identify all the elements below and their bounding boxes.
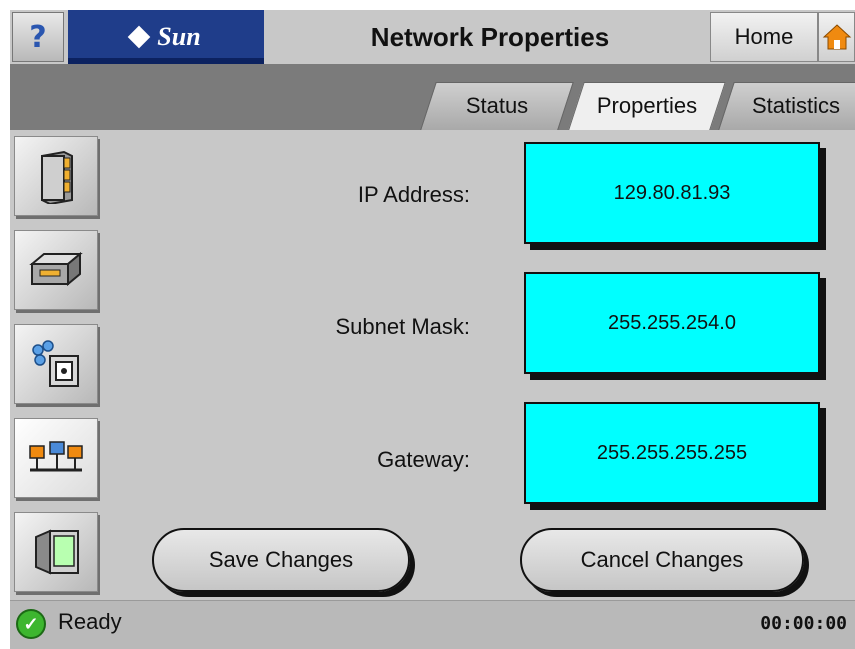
tab-properties[interactable]: Properties xyxy=(568,82,726,130)
save-changes-button[interactable]: Save Changes xyxy=(152,528,410,592)
sun-logo: Sun xyxy=(68,10,264,64)
sidebar-item-monitor[interactable] xyxy=(14,512,98,592)
cancel-changes-button[interactable]: Cancel Changes xyxy=(520,528,804,592)
subnet-mask-field[interactable]: 255.255.254.0 xyxy=(524,272,820,374)
help-label: ? xyxy=(29,19,47,55)
sidebar-item-storage[interactable] xyxy=(14,324,98,404)
sidebar-item-disk[interactable] xyxy=(14,230,98,310)
monitor-icon xyxy=(35,529,79,575)
sidebar xyxy=(10,130,102,600)
network-icon xyxy=(29,441,83,472)
gateway-label: Gateway: xyxy=(377,447,470,472)
page-title: Network Properties xyxy=(370,21,610,52)
tab-bar: Status Properties Statistics xyxy=(10,64,855,130)
house-icon[interactable] xyxy=(818,12,855,62)
gateway-field[interactable]: 255.255.255.255 xyxy=(524,402,820,504)
status-text: Ready xyxy=(58,609,122,634)
logo-text: Sun xyxy=(157,22,201,51)
ip-address-label: IP Address: xyxy=(357,182,470,207)
logo-diamond-icon xyxy=(127,25,151,49)
status-bar: ✓ Ready 00:00:00 xyxy=(10,600,855,649)
subnet-mask-label: Subnet Mask: xyxy=(335,314,470,339)
disk-drive-icon xyxy=(29,251,83,287)
sidebar-item-server[interactable] xyxy=(14,136,98,216)
check-icon: ✓ xyxy=(16,609,46,639)
tab-properties-label: Properties xyxy=(596,93,698,118)
app-window: ? Sun Network Properties Home Status Pro… xyxy=(10,10,855,649)
server-tower-icon xyxy=(41,150,73,204)
tab-statistics-label: Statistics xyxy=(751,93,841,118)
status-time: 00:00:00 xyxy=(760,613,847,634)
tab-status[interactable]: Status xyxy=(420,82,574,130)
help-button[interactable]: ? xyxy=(12,12,64,62)
tab-status-label: Status xyxy=(465,93,529,118)
home-button[interactable]: Home xyxy=(710,12,818,62)
sidebar-item-network[interactable] xyxy=(14,418,98,498)
tab-statistics[interactable]: Statistics xyxy=(718,82,855,130)
storage-device-icon xyxy=(32,340,79,387)
ip-address-field[interactable]: 129.80.81.93 xyxy=(524,142,820,244)
top-bar: ? Sun Network Properties Home xyxy=(10,10,855,64)
